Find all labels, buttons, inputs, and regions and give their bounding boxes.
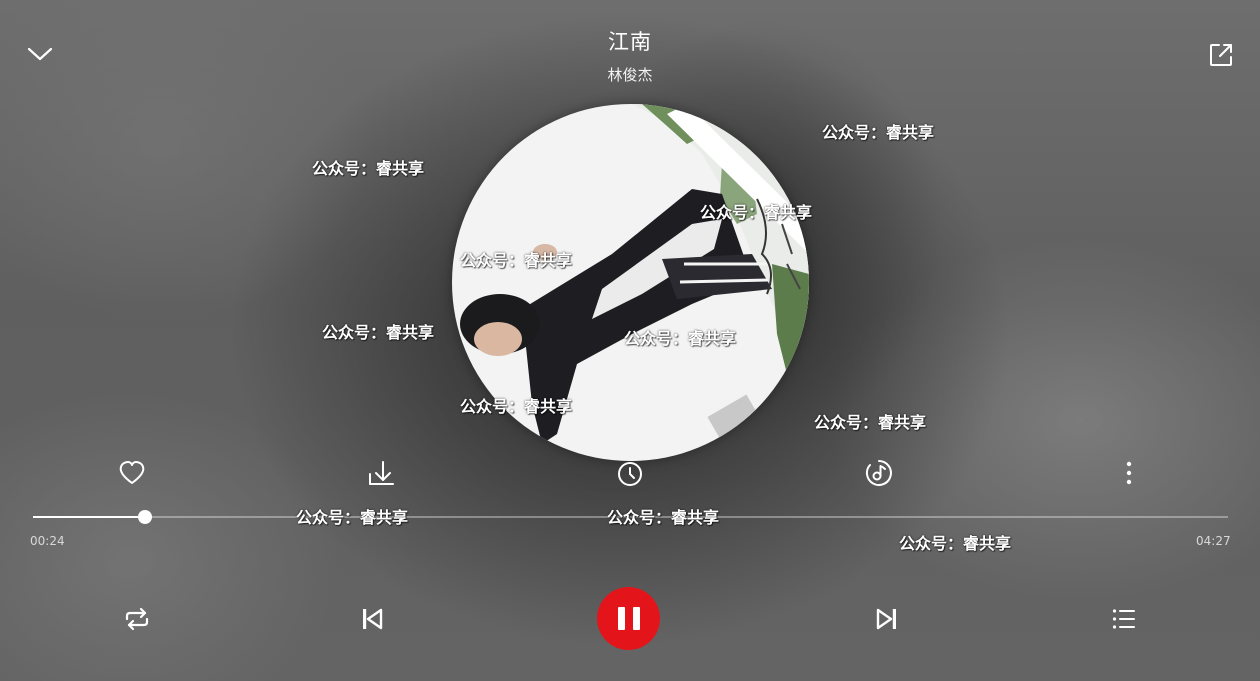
more-vertical-icon	[1126, 461, 1132, 485]
progress-bar[interactable]	[33, 510, 1228, 524]
more-button[interactable]	[1112, 456, 1146, 490]
repeat-icon	[125, 607, 149, 631]
album-cover-art	[452, 104, 809, 461]
artist-name: 林俊杰	[607, 66, 653, 84]
music-player-screen: 江南 林俊杰 00:24 04:27 公众号：睿共享 公众号：睿共享 公众号：睿…	[0, 0, 1260, 681]
pause-icon	[632, 607, 640, 630]
clock-icon	[618, 462, 642, 486]
external-share-icon	[1210, 44, 1232, 66]
next-button[interactable]	[869, 601, 905, 637]
download-button[interactable]	[364, 456, 398, 490]
progress-handle[interactable]	[137, 510, 152, 524]
pause-icon	[617, 607, 625, 630]
download-icon	[369, 461, 394, 485]
heart-icon	[119, 461, 145, 484]
skip-previous-icon	[363, 608, 383, 630]
playlist-button[interactable]	[1106, 601, 1142, 637]
album-cover-disc[interactable]	[452, 104, 809, 461]
previous-button[interactable]	[354, 601, 390, 637]
sound-effect-button[interactable]	[862, 456, 896, 490]
repeat-button[interactable]	[119, 601, 155, 637]
music-note-icon	[865, 460, 892, 486]
progress-fill	[33, 516, 145, 518]
share-button[interactable]	[1204, 38, 1238, 72]
song-title: 江南	[608, 30, 652, 54]
current-time: 00:24	[30, 534, 65, 548]
skip-next-icon	[876, 608, 896, 630]
total-time: 04:27	[1196, 534, 1231, 548]
pause-button[interactable]	[597, 587, 660, 650]
timer-button[interactable]	[613, 456, 647, 490]
like-button[interactable]	[115, 456, 149, 490]
playlist-icon	[1112, 609, 1135, 629]
